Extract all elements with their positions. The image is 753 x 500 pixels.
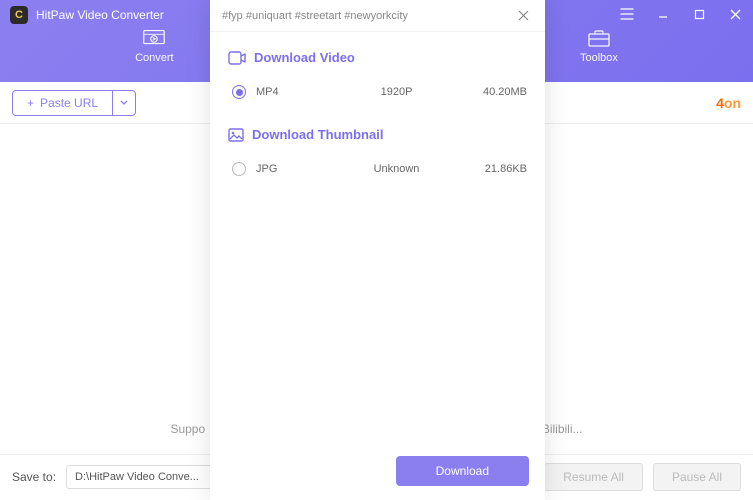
paste-url-group: + Paste URL (12, 90, 136, 116)
badge-number: 4 (716, 95, 724, 111)
app-title: HitPaw Video Converter (36, 8, 164, 22)
menu-icon[interactable] (609, 0, 645, 28)
pause-all-button[interactable]: Pause All (653, 463, 741, 491)
thumb-size: 21.86KB (457, 163, 527, 175)
status-badge: 4on (716, 95, 741, 111)
resume-all-button[interactable]: Resume All (544, 463, 643, 491)
thumbnail-option-row[interactable]: JPG Unknown 21.86KB (228, 156, 527, 182)
thumb-resolution: Unknown (336, 163, 457, 175)
minimize-icon[interactable] (645, 0, 681, 28)
download-button[interactable]: Download (396, 456, 529, 486)
save-to-value: D:\HitPaw Video Conve... (75, 471, 199, 483)
tab-toolbox[interactable]: Toolbox (580, 28, 618, 64)
video-format: MP4 (256, 86, 336, 98)
save-to-label: Save to: (12, 470, 56, 484)
video-icon (228, 51, 246, 65)
tab-convert[interactable]: Convert (135, 28, 174, 64)
modal-header: #fyp #uniquart #streetart #newyorkcity (210, 0, 545, 32)
download-modal: #fyp #uniquart #streetart #newyorkcity D… (210, 0, 545, 500)
tab-label: Toolbox (580, 52, 618, 64)
section-download-thumbnail: Download Thumbnail (228, 127, 527, 142)
support-right: Bilibili... (542, 422, 583, 436)
convert-icon (141, 28, 167, 48)
paste-url-label: Paste URL (40, 96, 98, 110)
modal-body: Download Video MP4 1920P 40.20MB Downloa… (210, 32, 545, 446)
modal-footer: Download (210, 446, 545, 500)
thumb-format: JPG (256, 163, 336, 175)
section-label: Download Thumbnail (252, 127, 383, 142)
close-icon (518, 10, 529, 21)
plus-icon: + (27, 96, 34, 110)
modal-title: #fyp #uniquart #streetart #newyorkcity (222, 10, 408, 22)
badge-text: on (724, 95, 741, 111)
support-left: Suppo (170, 422, 205, 436)
paste-url-dropdown[interactable] (113, 91, 135, 115)
image-icon (228, 128, 244, 142)
titlebar-left: C HitPaw Video Converter (0, 0, 174, 30)
app-logo-icon: C (10, 6, 28, 24)
maximize-icon[interactable] (681, 0, 717, 28)
section-label: Download Video (254, 50, 355, 65)
radio-unselected-icon (232, 162, 246, 176)
section-download-video: Download Video (228, 50, 527, 65)
modal-close-button[interactable] (514, 8, 533, 23)
window-controls (609, 0, 753, 28)
video-resolution: 1920P (336, 86, 457, 98)
tab-label: Convert (135, 52, 174, 64)
radio-selected-icon (232, 85, 246, 99)
video-option-row[interactable]: MP4 1920P 40.20MB (228, 79, 527, 105)
close-icon[interactable] (717, 0, 753, 28)
toolbox-icon (586, 28, 612, 48)
paste-url-button[interactable]: + Paste URL (13, 91, 113, 115)
video-size: 40.20MB (457, 86, 527, 98)
